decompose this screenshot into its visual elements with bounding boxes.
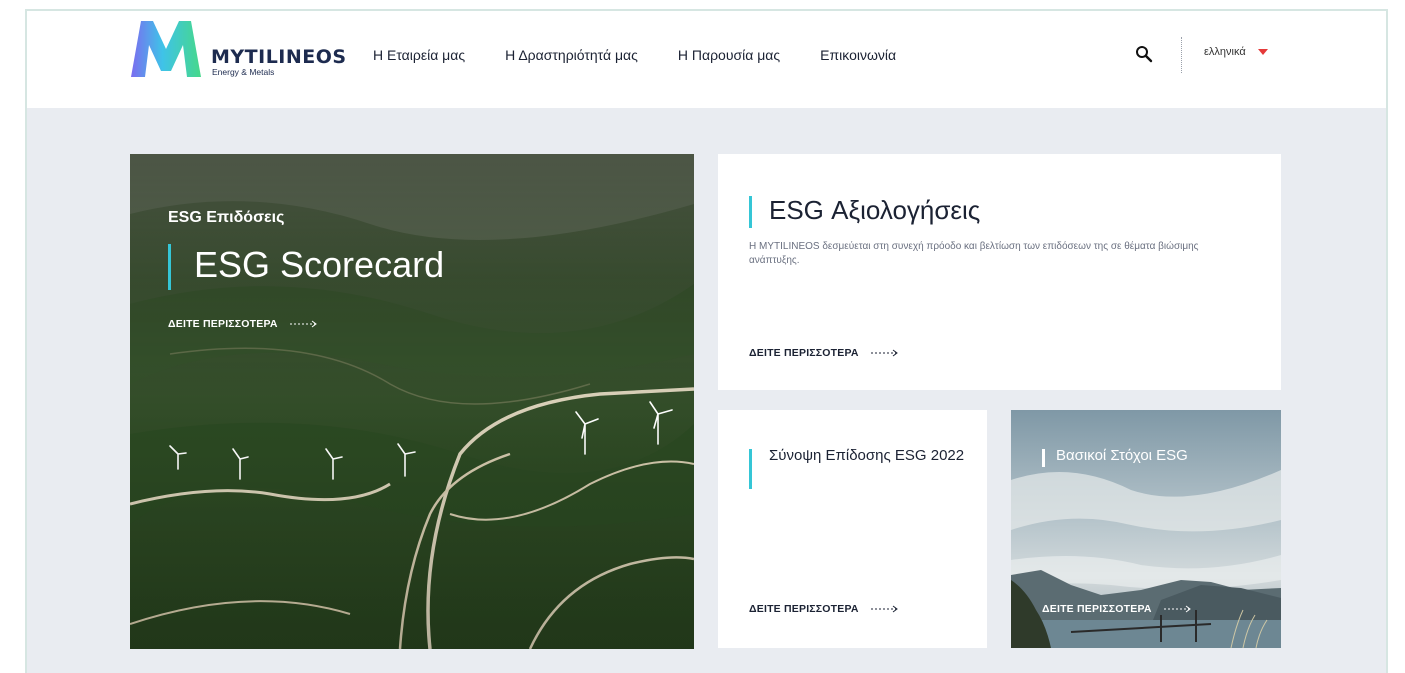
nav-item-contact[interactable]: Επικοινωνία [820,47,896,63]
esg-ratings-title: ESG Αξιολογήσεις [749,194,980,228]
logo-subtitle: Energy & Metals [212,67,275,77]
esg-summary-card[interactable]: Σύνοψη Επίδοσης ESG 2022 ΔΕΙΤΕ ΠΕΡΙΣΣΟΤΕ… [718,410,987,648]
esg-summary-more-link[interactable]: ΔΕΙΤΕ ΠΕΡΙΣΣΟΤΕΡΑ [749,603,899,615]
esg-summary-more-label: ΔΕΙΤΕ ΠΕΡΙΣΣΟΤΕΡΑ [749,603,859,615]
wind-farm-landscape-image [130,154,694,649]
search-icon[interactable] [1135,45,1153,63]
nav-item-activity[interactable]: Η Δραστηριότητά μας [505,47,638,63]
language-label: ελληνικά [1204,46,1246,58]
esg-goals-title: Βασικοί Στόχοι ESG [1042,447,1188,467]
esg-ratings-more-link[interactable]: ΔΕΙΤΕ ΠΕΡΙΣΣΟΤΕΡΑ [749,347,899,359]
arrow-right-icon [870,349,898,357]
nav-item-presence[interactable]: Η Παρουσία μας [678,47,780,63]
esg-scorecard-card[interactable]: ESG Επιδόσεις ESG Scorecard ΔΕΙΤΕ ΠΕΡΙΣΣ… [130,154,694,649]
main-nav: Η Εταιρεία μας Η Δραστηριότητά μας Η Παρ… [373,47,936,63]
header-divider [1181,37,1182,73]
hero-eyebrow: ESG Επιδόσεις [168,209,285,226]
nav-item-company[interactable]: Η Εταιρεία μας [373,47,465,63]
esg-goals-more-label: ΔΕΙΤΕ ΠΕΡΙΣΣΟΤΕΡΑ [1042,603,1152,615]
hero-more-link[interactable]: ΔΕΙΤΕ ΠΕΡΙΣΣΟΤΕΡΑ [168,318,318,330]
esg-ratings-card[interactable]: ESG Αξιολογήσεις Η MYTILINEOS δεσμεύεται… [718,154,1281,390]
page-frame: MYTILINEOS Energy & Metals Η Εταιρεία μα… [25,9,1388,673]
logo-name: MYTILINEOS [211,46,347,68]
esg-goals-card[interactable]: Βασικοί Στόχοι ESG ΔΕΙΤΕ ΠΕΡΙΣΣΟΤΕΡΑ [1011,410,1281,648]
language-selector[interactable]: ελληνικά [1204,46,1268,58]
esg-goals-more-link[interactable]: ΔΕΙΤΕ ΠΕΡΙΣΣΟΤΕΡΑ [1042,603,1192,615]
arrow-right-icon [289,320,317,328]
esg-ratings-description: Η MYTILINEOS δεσμεύεται στη συνεχή πρόοδ… [749,241,1199,266]
caret-down-icon [1257,49,1268,55]
logo-mark-icon [131,21,201,77]
site-logo[interactable]: MYTILINEOS Energy & Metals [131,21,347,77]
esg-ratings-more-label: ΔΕΙΤΕ ΠΕΡΙΣΣΟΤΕΡΑ [749,347,859,359]
hero-title: ESG Scorecard [168,242,444,290]
arrow-right-icon [870,605,898,613]
hero-more-label: ΔΕΙΤΕ ΠΕΡΙΣΣΟΤΕΡΑ [168,318,278,330]
arrow-right-icon [1163,605,1191,613]
site-header: MYTILINEOS Energy & Metals Η Εταιρεία μα… [27,11,1386,108]
esg-summary-title: Σύνοψη Επίδοσης ESG 2022 [749,447,969,489]
